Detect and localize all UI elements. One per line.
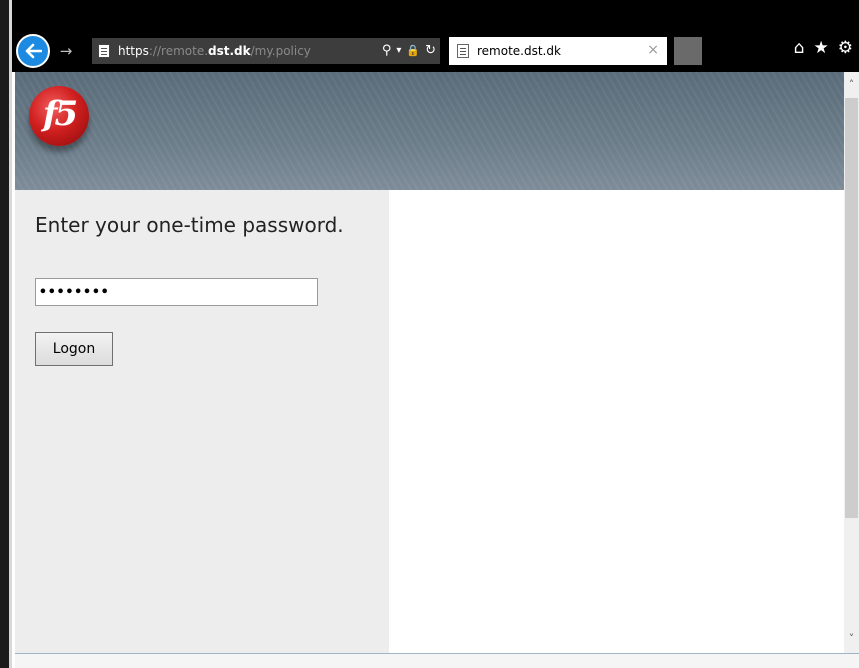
f5-logo: f5 — [29, 86, 89, 146]
new-tab-button[interactable] — [674, 37, 702, 65]
tab-page-icon — [457, 44, 469, 58]
url-path: /my.policy — [250, 44, 311, 58]
logo-text: f5 — [42, 94, 78, 134]
url-text[interactable]: https://remote.dst.dk/my.policy — [118, 44, 311, 58]
browser-toolbar: ⌂ ★ ⚙ — [794, 38, 853, 58]
settings-gear-icon[interactable]: ⚙ — [838, 38, 853, 58]
home-icon[interactable]: ⌂ — [794, 38, 805, 58]
window-frame-left — [0, 0, 12, 668]
address-tools: ⚲ ▾ 🔒 ↻ — [382, 42, 436, 60]
address-bar[interactable]: https://remote.dst.dk/my.policy ⚲ ▾ 🔒 ↻ — [92, 38, 440, 64]
login-panel: Enter your one-time password. •••••••• L… — [15, 190, 389, 653]
logon-button[interactable]: Logon — [35, 332, 113, 366]
page-icon — [98, 44, 110, 58]
search-icon[interactable]: ⚲ — [382, 42, 392, 60]
status-strip — [15, 654, 859, 668]
url-domain: dst.dk — [208, 44, 251, 58]
scroll-thumb[interactable] — [845, 98, 858, 518]
scroll-down-icon[interactable]: ˅ — [844, 632, 859, 650]
url-scheme: https — [118, 44, 149, 58]
close-tab-icon[interactable]: × — [647, 42, 659, 58]
url-separator: :// — [148, 44, 162, 58]
refresh-icon[interactable]: ↻ — [425, 42, 436, 60]
forward-arrow-icon: → — [59, 42, 73, 60]
browser-chrome: → https://remote.dst.dk/my.policy ⚲ ▾ 🔒 … — [12, 0, 859, 72]
lock-icon[interactable]: 🔒 — [406, 42, 420, 60]
tab-title: remote.dst.dk — [477, 44, 561, 58]
header-banner: f5 — [15, 72, 844, 190]
forward-button[interactable]: → — [56, 40, 76, 62]
favorites-icon[interactable]: ★ — [814, 38, 829, 58]
page-title: Enter your one-time password. — [35, 213, 344, 237]
scroll-up-icon[interactable]: ˄ — [844, 78, 859, 96]
tab-remote-dst[interactable]: remote.dst.dk × — [449, 37, 667, 65]
back-button[interactable] — [16, 34, 50, 68]
password-field[interactable]: •••••••• — [35, 278, 318, 306]
back-arrow-icon — [25, 43, 42, 59]
url-subdomain: remote. — [161, 44, 209, 58]
content-area — [389, 190, 844, 653]
dropdown-icon[interactable]: ▾ — [396, 42, 401, 60]
vertical-scrollbar[interactable]: ˄ ˅ — [844, 72, 859, 655]
